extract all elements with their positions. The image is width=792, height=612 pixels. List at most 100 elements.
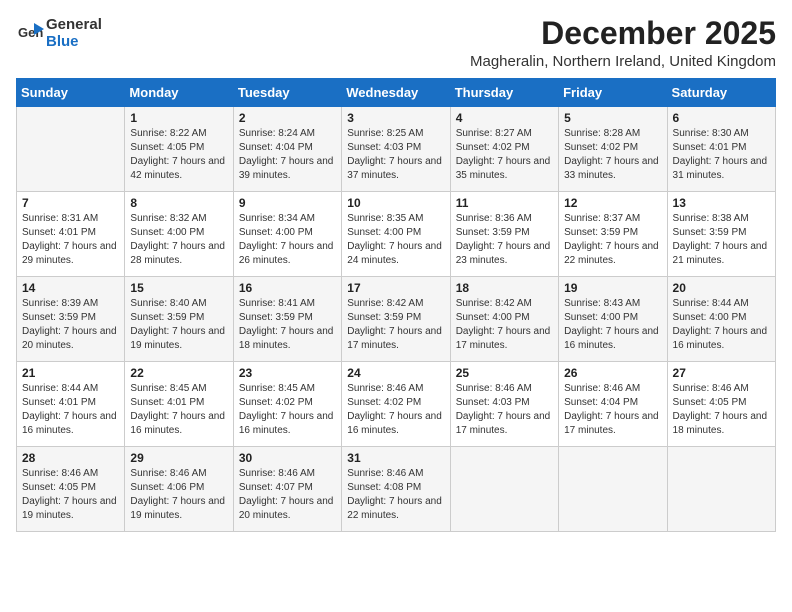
daylight: Daylight: 7 hours and 33 minutes.	[564, 156, 659, 181]
calendar-week-1: 7 Sunrise: 8:31 AM Sunset: 4:01 PM Dayli…	[17, 192, 776, 277]
cell-info: Sunrise: 8:46 AM Sunset: 4:04 PM Dayligh…	[564, 382, 661, 438]
day-number: 25	[456, 366, 553, 380]
sunset: Sunset: 3:59 PM	[347, 312, 421, 323]
calendar-cell: 3 Sunrise: 8:25 AM Sunset: 4:03 PM Dayli…	[342, 107, 450, 192]
calendar-cell: 9 Sunrise: 8:34 AM Sunset: 4:00 PM Dayli…	[233, 192, 341, 277]
day-number: 12	[564, 196, 661, 210]
daylight: Daylight: 7 hours and 17 minutes.	[564, 411, 659, 436]
sunrise: Sunrise: 8:34 AM	[239, 213, 315, 224]
sunset: Sunset: 4:02 PM	[347, 397, 421, 408]
day-number: 14	[22, 281, 119, 295]
calendar-cell: 18 Sunrise: 8:42 AM Sunset: 4:00 PM Dayl…	[450, 277, 558, 362]
sunrise: Sunrise: 8:44 AM	[673, 298, 749, 309]
calendar-cell: 28 Sunrise: 8:46 AM Sunset: 4:05 PM Dayl…	[17, 447, 125, 532]
sunset: Sunset: 4:05 PM	[22, 482, 96, 493]
calendar-cell: 12 Sunrise: 8:37 AM Sunset: 3:59 PM Dayl…	[559, 192, 667, 277]
sunrise: Sunrise: 8:43 AM	[564, 298, 640, 309]
cell-info: Sunrise: 8:22 AM Sunset: 4:05 PM Dayligh…	[130, 127, 227, 183]
sunset: Sunset: 4:05 PM	[130, 142, 204, 153]
day-number: 22	[130, 366, 227, 380]
sunrise: Sunrise: 8:24 AM	[239, 128, 315, 139]
sunset: Sunset: 3:59 PM	[130, 312, 204, 323]
cell-info: Sunrise: 8:46 AM Sunset: 4:06 PM Dayligh…	[130, 467, 227, 523]
sunrise: Sunrise: 8:31 AM	[22, 213, 98, 224]
sunset: Sunset: 4:06 PM	[130, 482, 204, 493]
calendar-cell: 16 Sunrise: 8:41 AM Sunset: 3:59 PM Dayl…	[233, 277, 341, 362]
sunrise: Sunrise: 8:35 AM	[347, 213, 423, 224]
daylight: Daylight: 7 hours and 16 minutes.	[22, 411, 117, 436]
cell-info: Sunrise: 8:24 AM Sunset: 4:04 PM Dayligh…	[239, 127, 336, 183]
day-number: 31	[347, 451, 444, 465]
daylight: Daylight: 7 hours and 17 minutes.	[456, 411, 551, 436]
logo-text: General Blue	[46, 16, 102, 51]
daylight: Daylight: 7 hours and 17 minutes.	[456, 326, 551, 351]
day-number: 3	[347, 111, 444, 125]
day-number: 23	[239, 366, 336, 380]
cell-info: Sunrise: 8:45 AM Sunset: 4:02 PM Dayligh…	[239, 382, 336, 438]
sunset: Sunset: 4:00 PM	[456, 312, 530, 323]
sunset: Sunset: 4:05 PM	[673, 397, 747, 408]
sunset: Sunset: 4:00 PM	[347, 227, 421, 238]
calendar-cell: 30 Sunrise: 8:46 AM Sunset: 4:07 PM Dayl…	[233, 447, 341, 532]
cell-info: Sunrise: 8:42 AM Sunset: 4:00 PM Dayligh…	[456, 297, 553, 353]
sunrise: Sunrise: 8:41 AM	[239, 298, 315, 309]
day-number: 9	[239, 196, 336, 210]
sunset: Sunset: 4:01 PM	[673, 142, 747, 153]
sunrise: Sunrise: 8:40 AM	[130, 298, 206, 309]
daylight: Daylight: 7 hours and 16 minutes.	[130, 411, 225, 436]
daylight: Daylight: 7 hours and 16 minutes.	[564, 326, 659, 351]
sunrise: Sunrise: 8:46 AM	[673, 383, 749, 394]
daylight: Daylight: 7 hours and 39 minutes.	[239, 156, 334, 181]
cell-info: Sunrise: 8:38 AM Sunset: 3:59 PM Dayligh…	[673, 212, 770, 268]
cell-info: Sunrise: 8:42 AM Sunset: 3:59 PM Dayligh…	[347, 297, 444, 353]
day-number: 7	[22, 196, 119, 210]
sunset: Sunset: 4:00 PM	[130, 227, 204, 238]
sunset: Sunset: 3:59 PM	[22, 312, 96, 323]
sunset: Sunset: 3:59 PM	[239, 312, 313, 323]
daylight: Daylight: 7 hours and 18 minutes.	[673, 411, 768, 436]
calendar-cell: 11 Sunrise: 8:36 AM Sunset: 3:59 PM Dayl…	[450, 192, 558, 277]
daylight: Daylight: 7 hours and 31 minutes.	[673, 156, 768, 181]
sunset: Sunset: 4:00 PM	[239, 227, 313, 238]
sunrise: Sunrise: 8:25 AM	[347, 128, 423, 139]
calendar-cell: 14 Sunrise: 8:39 AM Sunset: 3:59 PM Dayl…	[17, 277, 125, 362]
logo-blue: Blue	[46, 33, 79, 50]
cell-info: Sunrise: 8:25 AM Sunset: 4:03 PM Dayligh…	[347, 127, 444, 183]
sunrise: Sunrise: 8:39 AM	[22, 298, 98, 309]
calendar-cell: 17 Sunrise: 8:42 AM Sunset: 3:59 PM Dayl…	[342, 277, 450, 362]
sunset: Sunset: 4:01 PM	[22, 397, 96, 408]
calendar-cell: 15 Sunrise: 8:40 AM Sunset: 3:59 PM Dayl…	[125, 277, 233, 362]
calendar-cell: 6 Sunrise: 8:30 AM Sunset: 4:01 PM Dayli…	[667, 107, 775, 192]
daylight: Daylight: 7 hours and 24 minutes.	[347, 241, 442, 266]
day-number: 11	[456, 196, 553, 210]
cell-info: Sunrise: 8:31 AM Sunset: 4:01 PM Dayligh…	[22, 212, 119, 268]
col-sunday: Sunday	[17, 79, 125, 107]
sunset: Sunset: 4:03 PM	[456, 397, 530, 408]
calendar-cell: 24 Sunrise: 8:46 AM Sunset: 4:02 PM Dayl…	[342, 362, 450, 447]
col-monday: Monday	[125, 79, 233, 107]
calendar-cell: 19 Sunrise: 8:43 AM Sunset: 4:00 PM Dayl…	[559, 277, 667, 362]
daylight: Daylight: 7 hours and 37 minutes.	[347, 156, 442, 181]
sunrise: Sunrise: 8:42 AM	[456, 298, 532, 309]
daylight: Daylight: 7 hours and 29 minutes.	[22, 241, 117, 266]
day-number: 24	[347, 366, 444, 380]
calendar-cell: 23 Sunrise: 8:45 AM Sunset: 4:02 PM Dayl…	[233, 362, 341, 447]
sunrise: Sunrise: 8:27 AM	[456, 128, 532, 139]
day-number: 27	[673, 366, 770, 380]
cell-info: Sunrise: 8:39 AM Sunset: 3:59 PM Dayligh…	[22, 297, 119, 353]
sunset: Sunset: 4:01 PM	[130, 397, 204, 408]
sunset: Sunset: 4:08 PM	[347, 482, 421, 493]
cell-info: Sunrise: 8:41 AM Sunset: 3:59 PM Dayligh…	[239, 297, 336, 353]
calendar-cell: 22 Sunrise: 8:45 AM Sunset: 4:01 PM Dayl…	[125, 362, 233, 447]
sunset: Sunset: 4:00 PM	[564, 312, 638, 323]
daylight: Daylight: 7 hours and 35 minutes.	[456, 156, 551, 181]
cell-info: Sunrise: 8:37 AM Sunset: 3:59 PM Dayligh…	[564, 212, 661, 268]
cell-info: Sunrise: 8:46 AM Sunset: 4:08 PM Dayligh…	[347, 467, 444, 523]
day-number: 6	[673, 111, 770, 125]
sunset: Sunset: 3:59 PM	[564, 227, 638, 238]
daylight: Daylight: 7 hours and 20 minutes.	[22, 326, 117, 351]
sunrise: Sunrise: 8:44 AM	[22, 383, 98, 394]
sunset: Sunset: 4:02 PM	[564, 142, 638, 153]
logo-icon: Gen	[16, 19, 44, 47]
day-number: 21	[22, 366, 119, 380]
